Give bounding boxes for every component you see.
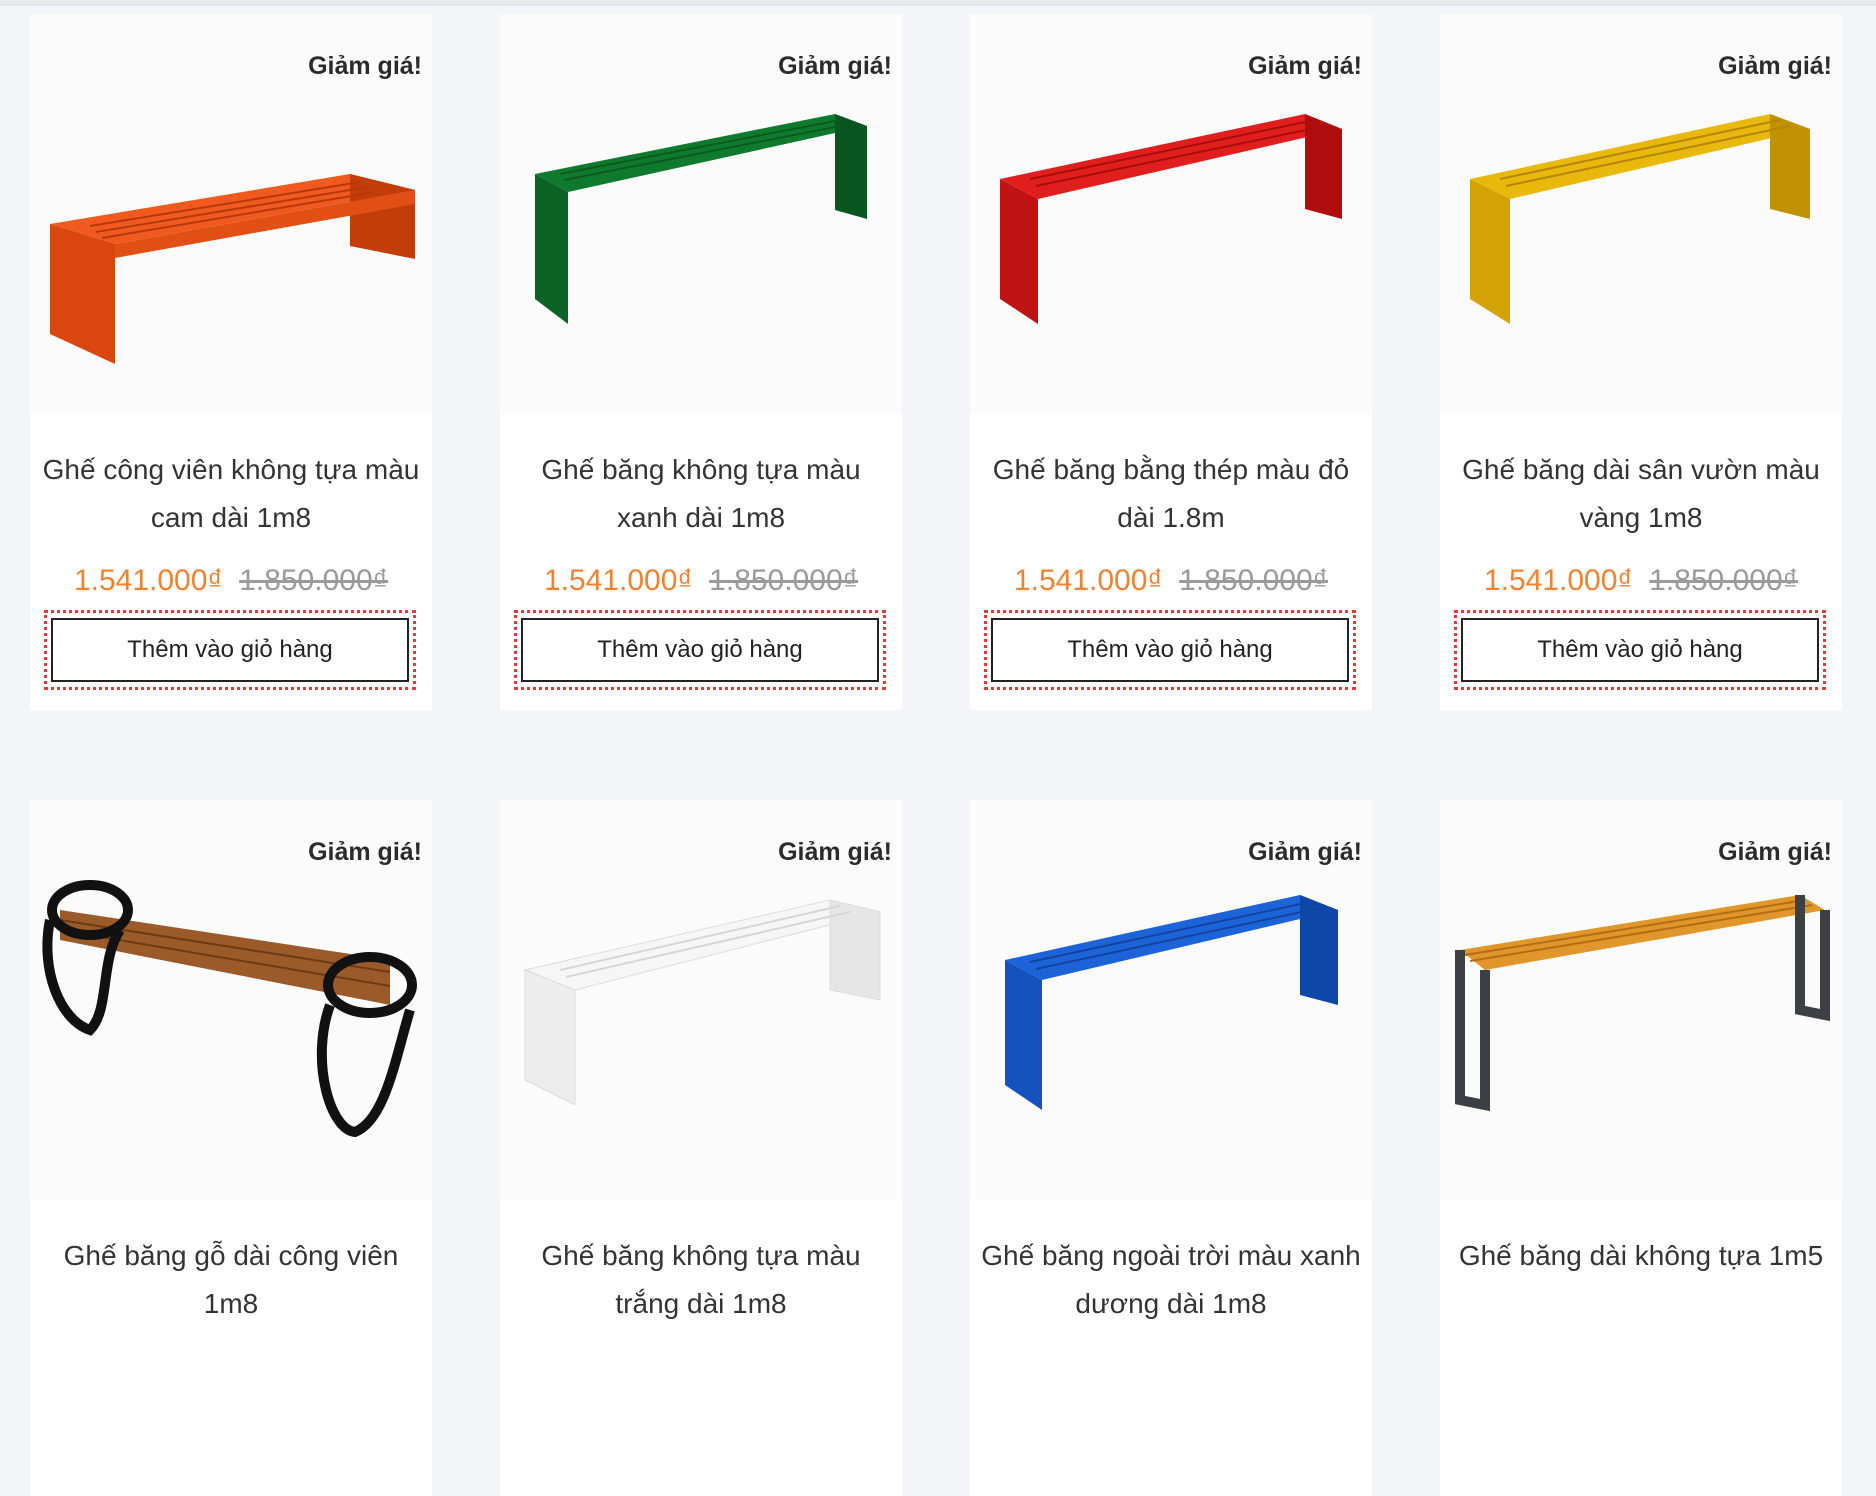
cart-button-focus-ring: Thêm vào giỏ hàng — [514, 610, 886, 690]
sale-badge: Giảm giá! — [1248, 52, 1362, 80]
sale-badge: Giảm giá! — [1248, 838, 1362, 866]
product-grid: Giảm giá! Ghế công viên không tựa màu ca… — [0, 0, 1876, 1496]
sale-badge: Giảm giá! — [1718, 52, 1832, 80]
cart-button-focus-ring: Thêm vào giỏ hàng — [1454, 610, 1826, 690]
product-title[interactable]: Ghế băng bằng thép màu đỏ dài 1.8m — [978, 446, 1364, 542]
sale-badge: Giảm giá! — [308, 52, 422, 80]
sale-price: 1.541.000₫ — [1013, 564, 1163, 597]
original-price: 1.850.000₫ — [1179, 564, 1329, 597]
product-title[interactable]: Ghế băng ngoài trời màu xanh dương dài 1… — [978, 1232, 1364, 1328]
sale-price: 1.541.000₫ — [543, 564, 693, 597]
product-price: 1.541.000₫ 1.850.000₫ — [1440, 564, 1842, 598]
sale-badge: Giảm giá! — [778, 52, 892, 80]
product-title[interactable]: Ghế băng không tựa màu xanh dài 1m8 — [508, 446, 894, 542]
product-card[interactable]: Giảm giá! Ghế băng gỗ dài công viên 1m8 — [30, 800, 432, 1496]
sale-badge: Giảm giá! — [1718, 838, 1832, 866]
add-to-cart-button[interactable]: Thêm vào giỏ hàng — [991, 618, 1349, 682]
product-title[interactable]: Ghế băng không tựa màu trắng dài 1m8 — [508, 1232, 894, 1328]
sale-badge: Giảm giá! — [778, 838, 892, 866]
sale-badge: Giảm giá! — [308, 838, 422, 866]
add-to-cart-button[interactable]: Thêm vào giỏ hàng — [51, 618, 409, 682]
cart-button-focus-ring: Thêm vào giỏ hàng — [984, 610, 1356, 690]
product-card[interactable]: Giảm giá! Ghế băng dài sân vườn màu vàng… — [1440, 14, 1842, 710]
sale-price: 1.541.000₫ — [1483, 564, 1633, 597]
original-price: 1.850.000₫ — [709, 564, 859, 597]
product-title[interactable]: Ghế băng dài sân vườn màu vàng 1m8 — [1448, 446, 1834, 542]
product-card[interactable]: Giảm giá! Ghế băng bằng thép màu đỏ dài … — [970, 14, 1372, 710]
product-title[interactable]: Ghế băng gỗ dài công viên 1m8 — [38, 1232, 424, 1328]
product-price: 1.541.000₫ 1.850.000₫ — [500, 564, 902, 598]
product-card[interactable]: Giảm giá! Ghế công viên không tựa màu ca… — [30, 14, 432, 710]
product-price: 1.541.000₫ 1.850.000₫ — [30, 564, 432, 598]
sale-price: 1.541.000₫ — [73, 564, 223, 597]
product-title[interactable]: Ghế công viên không tựa màu cam dài 1m8 — [38, 446, 424, 542]
original-price: 1.850.000₫ — [239, 564, 389, 597]
product-card[interactable]: Giảm giá! Ghế băng ngoài trời màu xanh d… — [970, 800, 1372, 1496]
product-card[interactable]: Giảm giá! Ghế băng không tựa màu trắng d… — [500, 800, 902, 1496]
add-to-cart-button[interactable]: Thêm vào giỏ hàng — [521, 618, 879, 682]
product-title[interactable]: Ghế băng dài không tựa 1m5 — [1448, 1232, 1834, 1280]
cart-button-focus-ring: Thêm vào giỏ hàng — [44, 610, 416, 690]
product-card[interactable]: Giảm giá! Ghế băng dài không tựa 1m5 — [1440, 800, 1842, 1496]
product-price: 1.541.000₫ 1.850.000₫ — [970, 564, 1372, 598]
add-to-cart-button[interactable]: Thêm vào giỏ hàng — [1461, 618, 1819, 682]
original-price: 1.850.000₫ — [1649, 564, 1799, 597]
product-card[interactable]: Giảm giá! Ghế băng không tựa màu xanh dà… — [500, 14, 902, 710]
